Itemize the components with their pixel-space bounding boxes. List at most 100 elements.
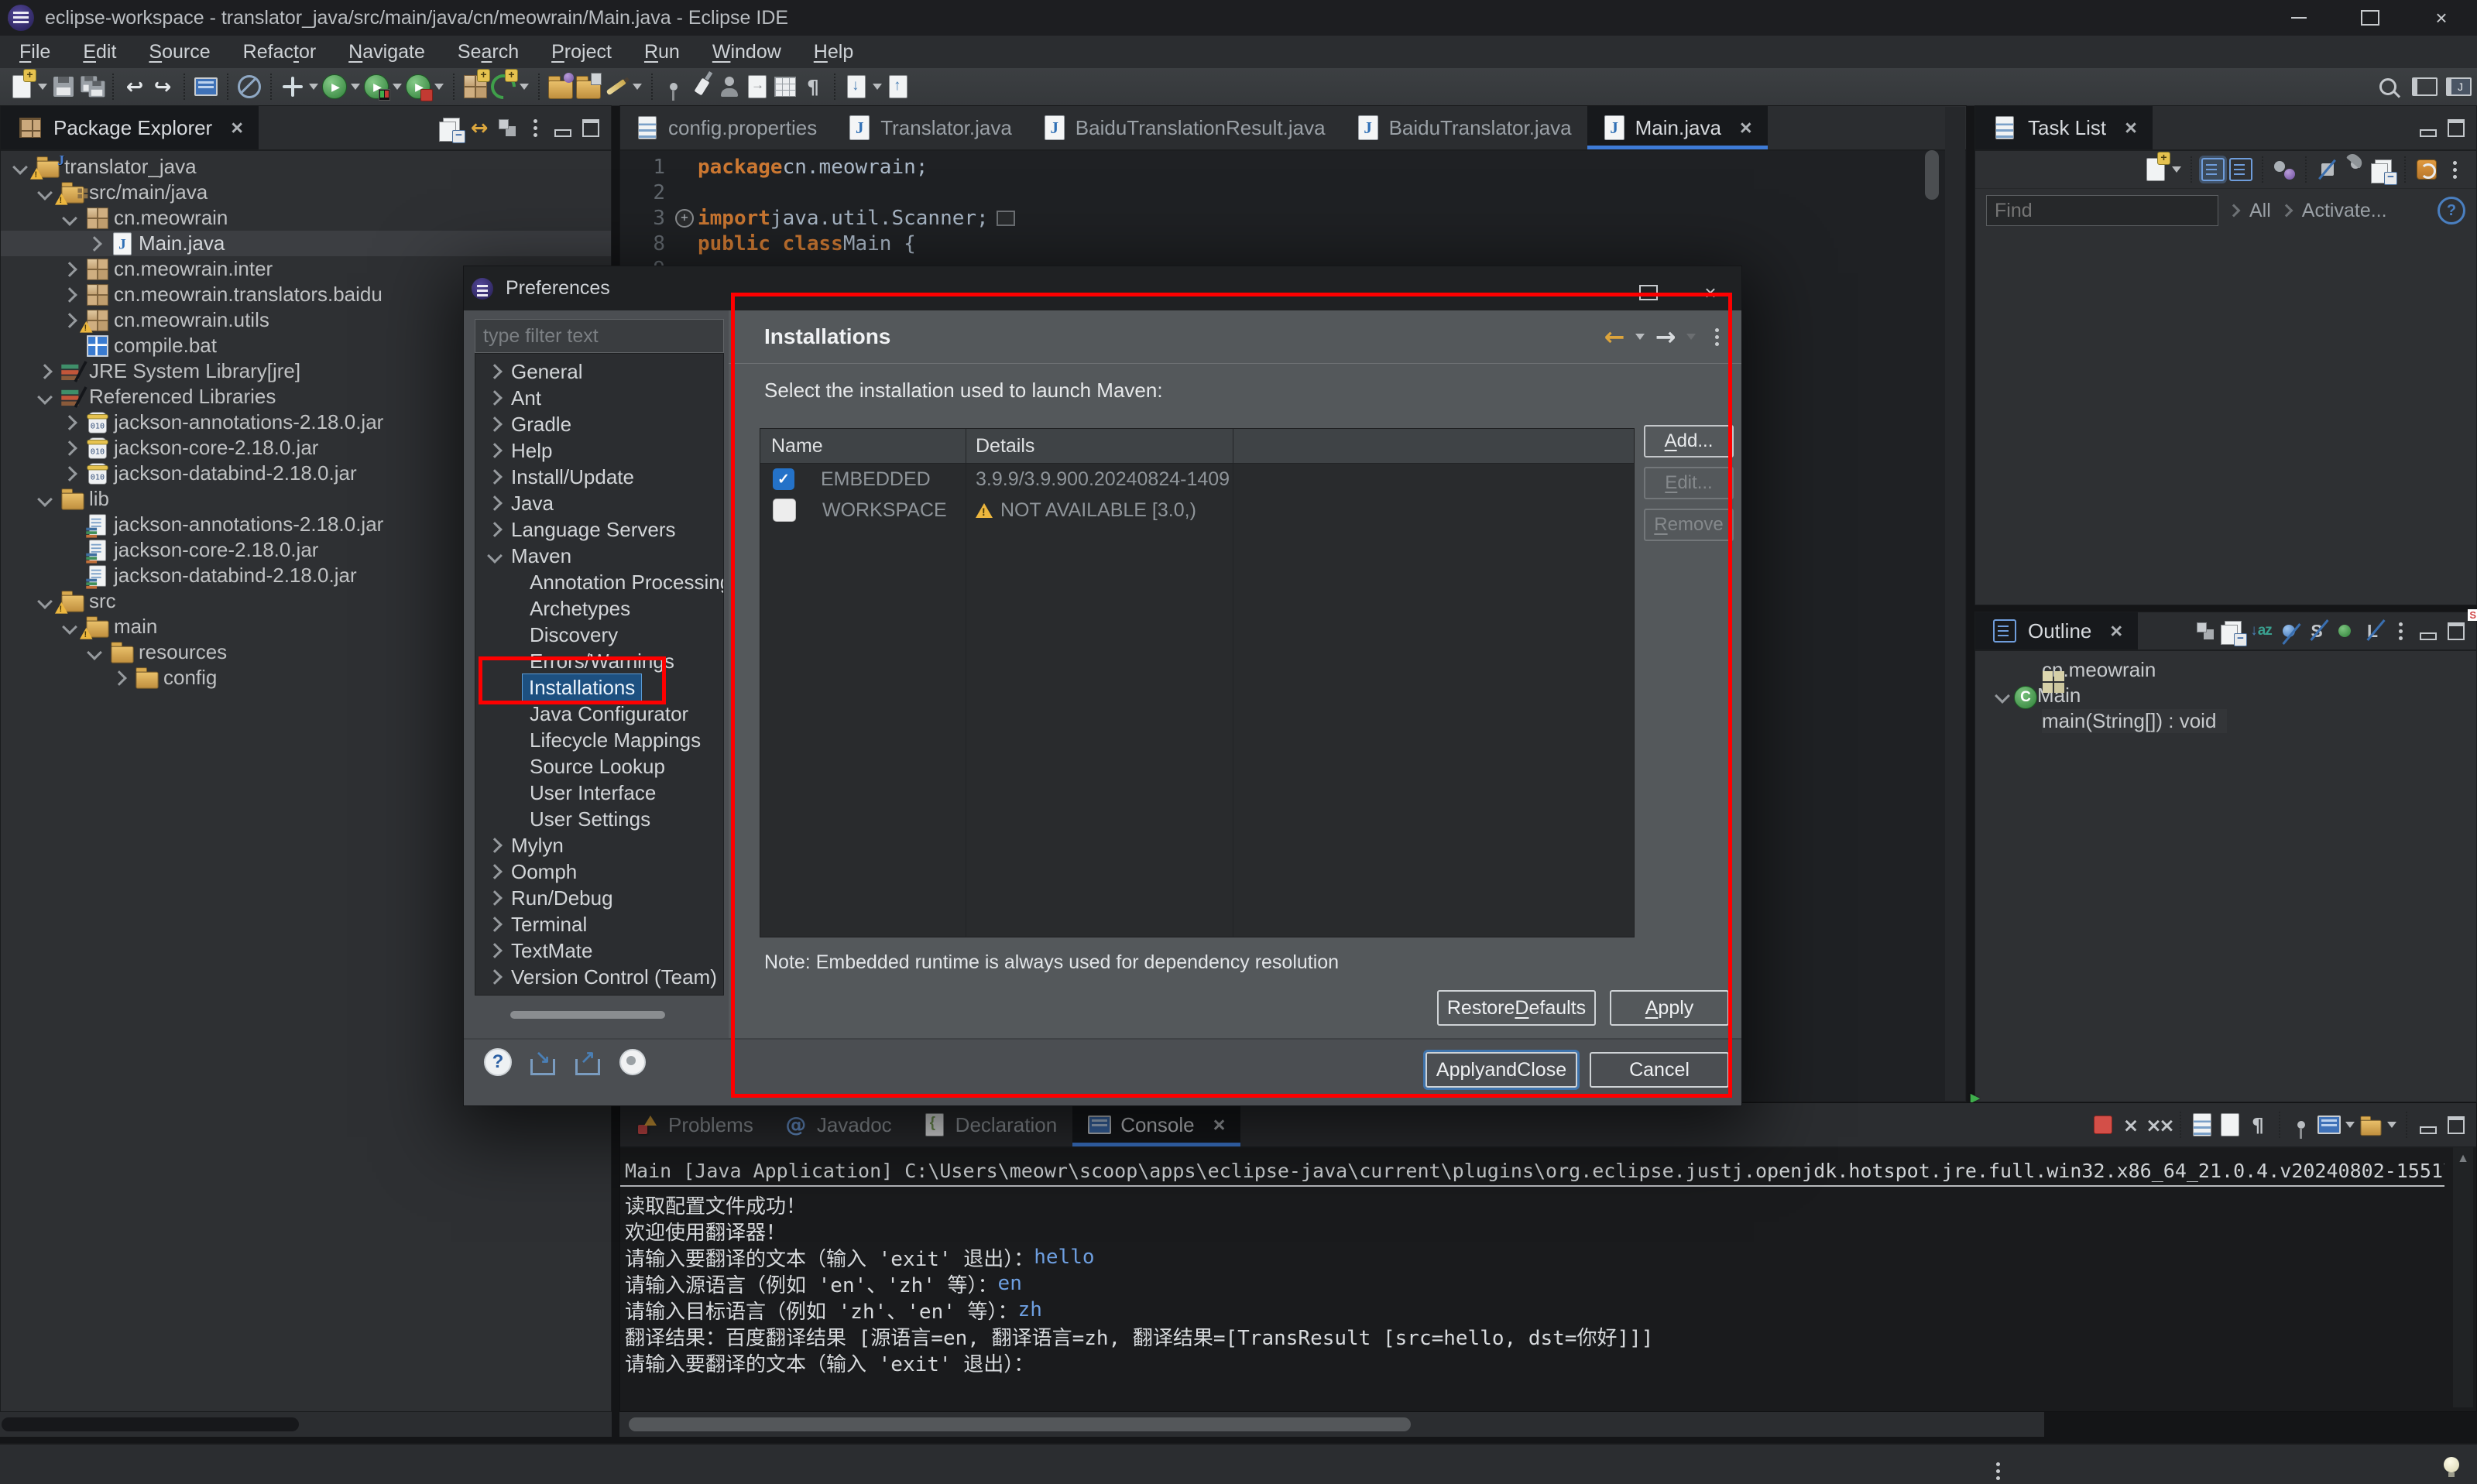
remove-all-icon[interactable]: ×× [2145, 1109, 2173, 1140]
redo-icon[interactable]: ↪ [149, 71, 177, 102]
help-icon[interactable]: ? [484, 1047, 512, 1078]
chevron-open-icon[interactable] [485, 550, 505, 561]
dropdown-caret-icon[interactable] [2345, 1122, 2355, 1128]
minimize-icon[interactable] [2414, 112, 2442, 143]
editor-tab-translator-java[interactable]: JTranslator.java [832, 106, 1028, 149]
apply-and-close-button[interactable]: Apply and Close [1425, 1052, 1577, 1088]
minimize-button[interactable] [2263, 0, 2335, 36]
sort-icon[interactable]: az [2247, 615, 2275, 646]
last-edit-icon[interactable] [842, 71, 870, 102]
collapse-all-icon[interactable]: − [437, 112, 465, 143]
minimize-icon[interactable] [2414, 615, 2442, 646]
import-prefs-icon[interactable]: ↘ [529, 1047, 557, 1078]
folded-region-indicator[interactable] [997, 211, 1015, 226]
menu-edit[interactable]: Edit [67, 41, 132, 63]
menu-project[interactable]: Project [535, 41, 628, 63]
synchronize-icon[interactable] [2413, 154, 2441, 185]
presentation-icon[interactable] [2270, 154, 2298, 185]
pref-item-maven[interactable]: Maven [475, 543, 723, 569]
show-whitespace-icon[interactable]: ¶ [799, 71, 827, 102]
overflow-dots-icon[interactable] [1984, 1449, 2012, 1480]
menu-refactor[interactable]: Refactor [227, 41, 333, 63]
pref-item-lifecycle-mappings[interactable]: Lifecycle Mappings [475, 727, 723, 753]
help-icon[interactable]: ? [2438, 197, 2465, 224]
run-icon[interactable] [321, 71, 348, 102]
tree-item-translator-java[interactable]: Jtranslator_java [1, 154, 611, 180]
dropdown-caret-icon[interactable] [1686, 334, 1696, 340]
chevron-closed-icon[interactable] [485, 919, 505, 930]
categorized-icon[interactable] [2199, 154, 2227, 185]
outline-item-cn-meowrain[interactable]: cn.meowrain [1975, 657, 2476, 683]
pref-item-oomph[interactable]: Oomph [475, 859, 723, 885]
chevron-closed-icon[interactable] [58, 468, 81, 479]
chevron-open-icon[interactable] [1991, 691, 2014, 701]
chevron-open-icon[interactable] [83, 647, 106, 658]
scroll-thumb[interactable] [629, 1417, 1411, 1431]
menu-file[interactable]: File [3, 41, 67, 63]
dropdown-caret-icon[interactable] [633, 84, 642, 90]
chevron-closed-icon[interactable] [485, 392, 505, 403]
menu-help[interactable]: Help [798, 41, 870, 63]
pref-item-ant[interactable]: Ant [475, 385, 723, 411]
pref-item-install-update[interactable]: Install/Update [475, 464, 723, 490]
hide-local-types-icon[interactable]: L [2359, 615, 2386, 646]
console-tab-declaration[interactable]: Declaration [907, 1103, 1073, 1146]
java-perspective-icon[interactable]: J [2444, 71, 2472, 102]
pref-item-errors-warnings[interactable]: Errors/Warnings [475, 648, 723, 674]
show-table-icon[interactable] [771, 71, 799, 102]
focus-active-icon[interactable] [2191, 615, 2219, 646]
dropdown-caret-icon[interactable] [351, 84, 360, 90]
menu-window[interactable]: Window [696, 41, 798, 63]
open-console-icon[interactable] [2357, 1109, 2385, 1140]
search-icon[interactable] [2376, 71, 2404, 102]
close-icon[interactable]: × [2125, 116, 2137, 140]
next-annotation-icon[interactable] [743, 71, 771, 102]
collapse-all-icon[interactable]: − [2369, 154, 2397, 185]
pin-console-icon[interactable] [2287, 1109, 2315, 1140]
coverage-icon[interactable] [362, 71, 390, 102]
tree-item-cn-meowrain[interactable]: cn.meowrain [1, 205, 611, 231]
chevron-closed-icon[interactable] [485, 840, 505, 851]
maximize-icon[interactable] [577, 112, 605, 143]
scroll-thumb[interactable] [2, 1417, 299, 1431]
hide-completed-icon[interactable] [2314, 154, 2341, 185]
package-explorer-hscrollbar[interactable] [0, 1412, 612, 1437]
fold-collapsed-icon[interactable]: + [671, 209, 698, 228]
column-details[interactable]: Details [966, 429, 1233, 463]
console-tab-problems[interactable]: Problems [620, 1103, 769, 1146]
restore-defaults-button[interactable]: Restore Defaults [1437, 990, 1596, 1026]
profile-icon[interactable] [404, 71, 432, 102]
checkbox-checked-icon[interactable]: ✓ [773, 468, 794, 490]
close-icon[interactable]: × [1213, 1113, 1226, 1137]
installation-row-workspace[interactable]: WORKSPACENOT AVAILABLE [3.0,) [760, 495, 1634, 526]
menu-run[interactable]: Run [628, 41, 696, 63]
chevron-closed-icon[interactable] [485, 945, 505, 956]
apply-button[interactable]: Apply [1610, 990, 1729, 1026]
chevron-open-icon[interactable] [58, 213, 81, 224]
hide-non-public-icon[interactable] [2331, 615, 2359, 646]
chevron-open-icon[interactable] [33, 494, 57, 505]
maximize-button[interactable] [2335, 0, 2406, 36]
chevron-closed-icon[interactable] [485, 419, 505, 430]
console-output[interactable]: 读取配置文件成功！欢迎使用翻译器！请输入要翻译的文本（输入 'exit' 退出）… [620, 1187, 2476, 1376]
console-vertical-scrollbar[interactable]: ▲ [2453, 1147, 2473, 1407]
notification-bulb-icon[interactable] [2438, 1449, 2465, 1480]
dropdown-caret-icon[interactable] [38, 84, 47, 90]
dialog-close-button[interactable]: × [1679, 271, 1741, 315]
pref-item-help[interactable]: Help [475, 437, 723, 464]
dropdown-caret-icon[interactable] [393, 84, 402, 90]
pref-item-mylyn[interactable]: Mylyn [475, 832, 723, 859]
chevron-closed-icon[interactable] [485, 866, 505, 877]
pref-item-user-interface[interactable]: User Interface [475, 780, 723, 806]
back-icon[interactable]: ← [1600, 321, 1628, 352]
tab-outline[interactable]: Outline × [1975, 612, 2138, 649]
column-name[interactable]: Name [760, 429, 966, 463]
pref-item-installations[interactable]: Installations [475, 674, 723, 701]
chevron-closed-icon[interactable] [485, 366, 505, 377]
scheduled-icon[interactable] [2227, 154, 2255, 185]
save-icon[interactable] [50, 71, 77, 102]
pin-context-icon[interactable] [660, 71, 688, 102]
debug-icon[interactable] [279, 71, 307, 102]
save-all-icon[interactable] [77, 71, 105, 102]
chevron-closed-icon[interactable] [485, 972, 505, 982]
